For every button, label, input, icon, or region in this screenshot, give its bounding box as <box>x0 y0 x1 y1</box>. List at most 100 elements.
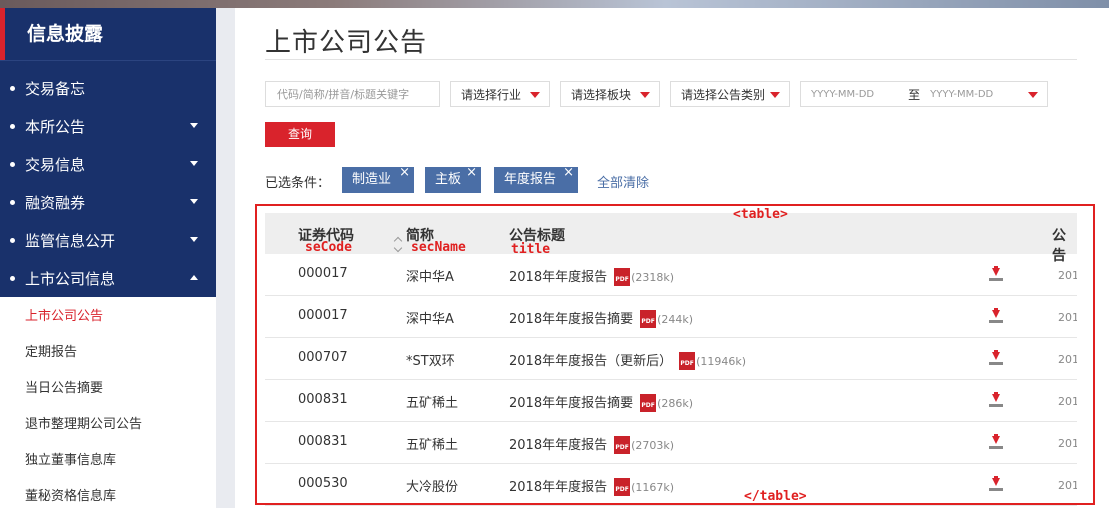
pdf-icon[interactable]: PDF <box>640 309 657 328</box>
table-row: 000017 深中华A 2018年年度报告摘要 PDF (244k) 201 <box>265 296 1077 338</box>
sidebar-item-label: 本所公告 <box>25 117 86 136</box>
filter-tag-label: 年度报告 <box>504 172 557 187</box>
cell-code: 000017 <box>298 308 348 323</box>
annotation-title: title <box>511 242 551 257</box>
date-start-input[interactable]: YYYY-MM-DD <box>811 89 874 100</box>
top-banner <box>0 0 1109 8</box>
date-separator: 至 <box>908 87 921 102</box>
dropdown-arrow-icon <box>640 92 650 98</box>
date-range-picker[interactable]: YYYY-MM-DD 至 YYYY-MM-DD <box>800 81 1048 107</box>
announcement-link[interactable]: 2018年年度报告 <box>509 270 607 285</box>
annotation-secode: seCode <box>305 240 352 255</box>
bullet-icon <box>10 237 15 243</box>
download-icon[interactable] <box>989 266 1003 282</box>
layout-gutter <box>216 8 235 508</box>
cell-code: 000530 <box>298 476 348 491</box>
sidebar-item-label: 上市公司信息 <box>25 269 116 288</box>
download-icon[interactable] <box>989 392 1003 408</box>
search-input[interactable]: 代码/简称/拼音/标题关键字 <box>265 81 440 107</box>
cell-name: 大冷股份 <box>406 480 459 495</box>
sort-icon[interactable] <box>394 237 404 253</box>
bullet-icon <box>10 123 15 129</box>
sidebar-item-trading-info[interactable]: 交易信息 <box>0 145 216 183</box>
announcement-link[interactable]: 2018年年度报告摘要 <box>509 396 633 411</box>
conditions-label: 已选条件： <box>265 176 331 191</box>
download-icon[interactable] <box>989 308 1003 324</box>
caret-up-icon <box>190 275 198 280</box>
announcement-link[interactable]: 2018年年度报告 <box>509 480 607 495</box>
cell-name: *ST双环 <box>406 354 455 369</box>
sidebar-item-label: 融资融券 <box>25 193 86 212</box>
table-row: 000530 大冷股份 2018年年度报告 PDF (1167k) 201 <box>265 464 1077 506</box>
sidebar-item-margin-trading[interactable]: 融资融券 <box>0 183 216 221</box>
cell-name: 深中华A <box>406 270 454 285</box>
file-size: (2318k) <box>631 271 675 284</box>
caret-down-icon <box>190 123 198 128</box>
sidebar-item-listed-company-info[interactable]: 上市公司信息 <box>0 259 216 297</box>
cell-title: 2018年年度报告摘要 PDF (244k) <box>509 308 693 329</box>
board-select-label: 请选择板块 <box>571 87 632 102</box>
file-size: (286k) <box>657 397 694 410</box>
download-icon[interactable] <box>989 476 1003 492</box>
industry-select-label: 请选择行业 <box>461 87 522 102</box>
announcement-link[interactable]: 2018年年度报告（更新后） <box>509 354 672 369</box>
category-select[interactable]: 请选择公告类别 <box>670 81 790 107</box>
date-end-input[interactable]: YYYY-MM-DD <box>930 89 993 100</box>
cell-title: 2018年年度报告 PDF (2703k) <box>509 434 674 455</box>
announcement-link[interactable]: 2018年年度报告摘要 <box>509 312 633 327</box>
sub-item-independent-directors[interactable]: 独立董事信息库 <box>0 443 216 479</box>
close-icon[interactable]: × <box>399 160 410 186</box>
filter-tag-industry: 制造业 × <box>342 165 414 193</box>
sub-item-secretary-qualification[interactable]: 董秘资格信息库 <box>0 479 216 508</box>
table-row: 000831 五矿稀土 2018年年度报告摘要 PDF (286k) 201 <box>265 380 1077 422</box>
filter-tag-label: 制造业 <box>352 172 392 187</box>
download-icon[interactable] <box>989 434 1003 450</box>
bullet-icon <box>10 161 15 167</box>
main-content: 上市公司公告 代码/简称/拼音/标题关键字 请选择行业 请选择板块 请选择公告类… <box>235 8 1109 508</box>
page-title: 上市公司公告 <box>265 28 428 58</box>
sidebar-item-label: 交易备忘 <box>25 79 86 98</box>
cell-code: 000831 <box>298 434 348 449</box>
file-size: (244k) <box>657 313 694 326</box>
sidebar-item-label: 交易信息 <box>25 155 86 174</box>
file-size: (11946k) <box>696 355 747 368</box>
file-size: (2703k) <box>631 439 675 452</box>
pdf-icon[interactable]: PDF <box>614 267 631 286</box>
table-row: 000017 深中华A 2018年年度报告 PDF (2318k) 201 <box>265 254 1077 296</box>
cell-code: 000707 <box>298 350 348 365</box>
file-size: (1167k) <box>631 481 675 494</box>
sub-item-company-announcements[interactable]: 上市公司公告 <box>0 299 216 335</box>
sidebar-item-trading-memo[interactable]: 交易备忘 <box>0 69 216 107</box>
announcement-link[interactable]: 2018年年度报告 <box>509 438 607 453</box>
cell-title: 2018年年度报告 PDF (1167k) <box>509 476 674 497</box>
pdf-icon[interactable]: PDF <box>640 393 657 412</box>
cell-date: 201 <box>1058 311 1077 324</box>
sidebar-item-exchange-notices[interactable]: 本所公告 <box>0 107 216 145</box>
board-select[interactable]: 请选择板块 <box>560 81 660 107</box>
cell-title: 2018年年度报告（更新后） PDF (11946k) <box>509 350 746 371</box>
close-icon[interactable]: × <box>466 160 477 186</box>
sub-item-daily-summary[interactable]: 当日公告摘要 <box>0 371 216 407</box>
cell-name: 深中华A <box>406 312 454 327</box>
pdf-icon[interactable]: PDF <box>614 435 631 454</box>
title-divider <box>265 59 1077 60</box>
pdf-icon[interactable]: PDF <box>679 351 696 370</box>
download-icon[interactable] <box>989 350 1003 366</box>
cell-date: 201 <box>1058 479 1077 492</box>
industry-select[interactable]: 请选择行业 <box>450 81 550 107</box>
sidebar: 信息披露 交易备忘 本所公告 交易信息 融资融券 监管信息公开 上市公司信息 上… <box>0 8 216 508</box>
annotation-table-open: <table> <box>733 207 788 222</box>
annotation-table-close: </table> <box>744 489 807 504</box>
cell-date: 201 <box>1058 395 1077 408</box>
close-icon[interactable]: × <box>563 160 574 186</box>
sub-item-periodic-reports[interactable]: 定期报告 <box>0 335 216 371</box>
sub-item-delisting-announcements[interactable]: 退市整理期公司公告 <box>0 407 216 443</box>
pdf-icon[interactable]: PDF <box>614 477 631 496</box>
query-button[interactable]: 查询 <box>265 122 335 147</box>
annotation-secname: secName <box>411 240 466 255</box>
sidebar-item-regulatory-info[interactable]: 监管信息公开 <box>0 221 216 259</box>
cell-title: 2018年年度报告摘要 PDF (286k) <box>509 392 693 413</box>
clear-all-link[interactable]: 全部清除 <box>597 172 649 191</box>
sidebar-item-label: 监管信息公开 <box>25 231 116 250</box>
sidebar-sub-list: 上市公司公告 定期报告 当日公告摘要 退市整理期公司公告 独立董事信息库 董秘资… <box>0 297 216 508</box>
